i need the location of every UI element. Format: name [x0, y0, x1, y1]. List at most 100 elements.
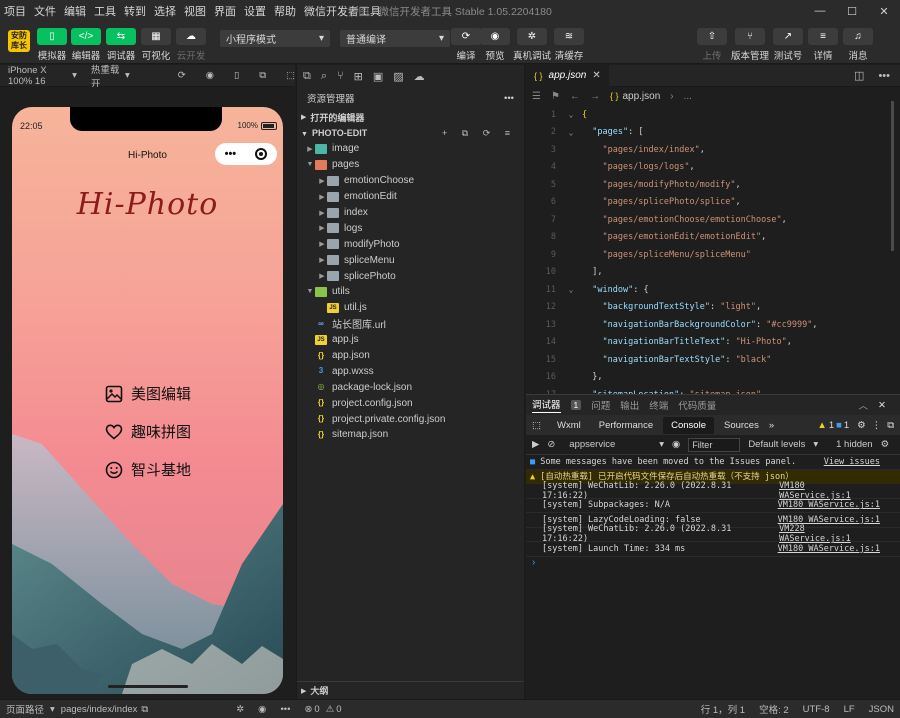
console-prompt[interactable]: › [526, 557, 900, 568]
menu-item-puzzle[interactable]: 趣味拼图 [105, 421, 191, 442]
screenshot-icon[interactable]: ⧉ [259, 70, 266, 81]
code-line[interactable]: 5 "pages/modifyPhoto/modify", [526, 176, 900, 194]
gear-icon[interactable]: ⚙ [881, 439, 890, 450]
code-line[interactable]: 15 "navigationBarTextStyle": "black" [526, 351, 900, 369]
image-icon[interactable]: ▨ [393, 70, 403, 83]
back-icon[interactable]: ← [570, 91, 580, 102]
more-icon[interactable]: ••• [280, 704, 290, 715]
more-icon[interactable]: ••• [225, 148, 237, 160]
code-line[interactable]: 2 ⌄ "pages": [ [526, 124, 900, 142]
explorer-actions[interactable]: + ⧉ ⟳ ≡ [442, 128, 516, 139]
code-area[interactable]: 1 ⌄{2 ⌄ "pages": [3 "pages/index/index", 4 … [526, 106, 900, 394]
tree-item[interactable]: ▶ logs [297, 220, 524, 236]
phone-icon[interactable]: ▯ [234, 70, 239, 81]
minimize-icon[interactable]: — [804, 0, 836, 22]
clear-cache-button[interactable]: ≋ 清缓存 [551, 28, 587, 62]
popout-icon[interactable]: ⬚ [286, 70, 295, 81]
tree-item[interactable]: {} app.json [297, 348, 524, 364]
simulator-button[interactable]: ▯ 模拟器 [34, 28, 70, 62]
fold-icon[interactable]: ⌄ [560, 285, 582, 294]
menu-item[interactable]: 工具 [90, 3, 120, 19]
source-link[interactable]: View issues [824, 457, 880, 467]
maximize-icon[interactable]: ☐ [836, 0, 868, 22]
sidebar-icon[interactable]: ▶ [532, 439, 539, 450]
eye-icon[interactable]: ◉ [258, 704, 266, 715]
tree-item[interactable]: ▼ pages [297, 157, 524, 173]
project-section[interactable]: ▼ PHOTO-EDIT + ⧉ ⟳ ≡ [297, 125, 524, 141]
menu-item[interactable]: 转到 [120, 3, 150, 19]
close-circle-icon[interactable] [255, 148, 268, 160]
tab-console[interactable]: Console [663, 416, 714, 434]
cloud-icon[interactable]: ☁ [414, 70, 425, 83]
menu-item[interactable]: 项目 [0, 3, 30, 19]
tree-item[interactable]: {} project.config.json [297, 395, 524, 411]
code-line[interactable]: 16 }, [526, 369, 900, 387]
code-line[interactable]: 7 "pages/emotionChoose/emotionChoose", [526, 211, 900, 229]
tree-item[interactable]: ▶ image [297, 141, 524, 157]
bookmark-icon[interactable]: ⚑ [551, 91, 560, 102]
close-icon[interactable]: ✕ [878, 400, 886, 411]
list-icon[interactable]: ☰ [532, 91, 541, 102]
clear-console-icon[interactable]: ⊘ [547, 439, 555, 450]
language-mode[interactable]: JSON [869, 704, 894, 715]
dock-icon[interactable]: ⧉ [887, 420, 894, 431]
menu-item[interactable]: 视图 [180, 3, 210, 19]
editor-button[interactable]: </> 编辑器 [68, 28, 104, 62]
tab-output[interactable]: 输出 [620, 398, 639, 412]
code-line[interactable]: 9 "pages/spliceMenu/spliceMenu" [526, 246, 900, 264]
upload-button[interactable]: ⇧ 上传 [694, 28, 730, 62]
menu-item[interactable]: 选择 [150, 3, 180, 19]
files-icon[interactable]: ⧉ [303, 70, 311, 83]
code-line[interactable]: 14 "navigationBarTitleText": "Hi-Photo", [526, 334, 900, 352]
source-link[interactable]: VM228 WAService.js:1 [779, 524, 880, 544]
tree-item[interactable]: JS app.js [297, 332, 524, 348]
gear-icon[interactable]: ⚙ [857, 420, 866, 431]
mini-program-capsule[interactable]: ••• [215, 143, 277, 165]
more-icon[interactable]: ••• [504, 93, 514, 104]
device-select[interactable]: iPhone X 100% 16 [8, 65, 70, 87]
tree-item[interactable]: ∞ 站长图库.url [297, 316, 524, 332]
open-editors-section[interactable]: ▶ 打开的编辑器 [297, 109, 524, 125]
eye-icon[interactable]: ◉ [672, 439, 680, 450]
tab-app-json[interactable]: { } app.json ✕ [526, 64, 609, 87]
tree-item[interactable]: ▶ modifyPhoto [297, 236, 524, 252]
kebab-icon[interactable]: ⋮ [872, 420, 882, 431]
filter-input[interactable]: Filter [688, 437, 741, 452]
source-link[interactable]: VM180 WAService.js:1 [778, 500, 880, 510]
message-button[interactable]: ♫ 消息 [840, 28, 876, 62]
tab-wxml[interactable]: Wxml [549, 417, 589, 434]
levels-select[interactable]: Default levels [748, 439, 805, 450]
menu-item[interactable]: 文件 [30, 3, 60, 19]
more-icon[interactable]: ••• [878, 70, 890, 82]
code-line[interactable]: 4 "pages/logs/logs", [526, 159, 900, 177]
mode-select[interactable]: 小程序模式 ▾ [220, 30, 330, 47]
menu-item[interactable]: 编辑 [60, 3, 90, 19]
code-line[interactable]: 13 "navigationBarBackgroundColor": "#cc9… [526, 316, 900, 334]
page-path-label[interactable]: 页面路径 [6, 702, 44, 716]
inspect-icon[interactable]: ⬚ [532, 420, 541, 431]
fold-icon[interactable]: ⌄ [560, 110, 582, 119]
tree-item[interactable]: ▶ splicePhoto [297, 268, 524, 284]
cursor-position[interactable]: 行 1，列 1 [701, 702, 745, 716]
menu-item[interactable]: 界面 [210, 3, 240, 19]
tree-item[interactable]: {} project.private.config.json [297, 411, 524, 427]
collapse-icon[interactable]: ︿ [859, 398, 869, 412]
outline-section[interactable]: ▶ 大纲 [297, 681, 524, 699]
split-editor-icon[interactable]: ◫ [854, 69, 864, 82]
close-icon[interactable]: ✕ [592, 70, 600, 81]
source-link[interactable]: VM180 WAService.js:1 [778, 515, 880, 525]
menu-item[interactable]: 设置 [240, 3, 270, 19]
code-line[interactable]: 6 "pages/splicePhoto/splice", [526, 194, 900, 212]
context-select[interactable]: appservice [569, 439, 615, 450]
fold-icon[interactable]: ⌄ [560, 128, 582, 137]
debugger-button[interactable]: ⇆ 调试器 [103, 28, 139, 62]
eol-setting[interactable]: LF [844, 704, 855, 715]
tree-item[interactable]: ▶ emotionEdit [297, 189, 524, 205]
menu-item[interactable]: 帮助 [270, 3, 300, 19]
tree-item[interactable]: ▶ index [297, 205, 524, 221]
phone-screen[interactable]: 22:05 100% Hi-Photo ••• Hi-Photo 美图编辑 趣味… [12, 107, 283, 694]
code-line[interactable]: 12 "backgroundTextStyle": "light", [526, 299, 900, 317]
source-control-icon[interactable]: ⑂ [337, 70, 344, 82]
search-icon[interactable]: ⌕ [321, 70, 327, 83]
code-line[interactable]: 8 "pages/emotionEdit/emotionEdit", [526, 229, 900, 247]
